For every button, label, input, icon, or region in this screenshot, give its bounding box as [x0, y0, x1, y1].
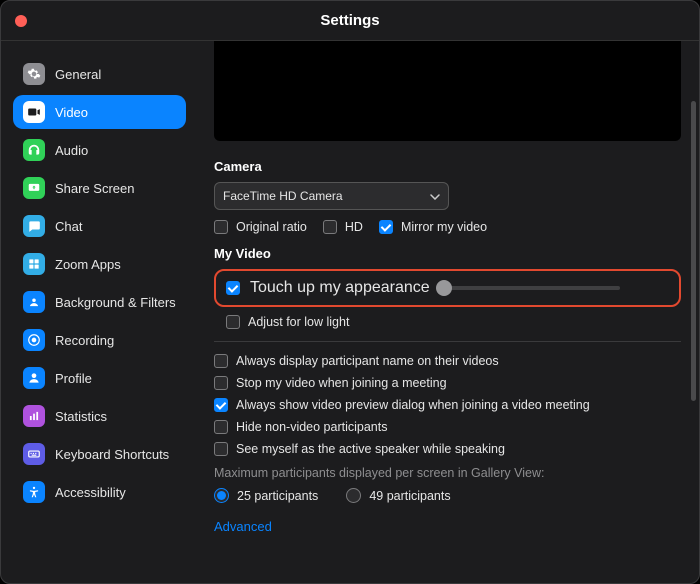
display-name-label: Always display participant name on their…: [236, 354, 499, 368]
apps-icon: [23, 253, 45, 275]
headphones-icon: [23, 139, 45, 161]
settings-content: Camera FaceTime HD Camera Original ratio…: [196, 41, 699, 583]
statistics-icon: [23, 405, 45, 427]
settings-window: Settings General Video Audio Share Screen Ch…: [0, 0, 700, 584]
sidebar-item-label: Profile: [55, 371, 92, 386]
hd-checkbox[interactable]: [323, 220, 337, 234]
my-video-section-label: My Video: [214, 246, 681, 261]
gallery-caption: Maximum participants displayed per scree…: [214, 466, 681, 480]
sidebar-item-label: Accessibility: [55, 485, 126, 500]
camera-select-value: FaceTime HD Camera: [223, 189, 343, 203]
sidebar-item-audio[interactable]: Audio: [13, 133, 186, 167]
background-icon: [23, 291, 45, 313]
sidebar-item-zoom-apps[interactable]: Zoom Apps: [13, 247, 186, 281]
display-name-option[interactable]: Always display participant name on their…: [214, 354, 681, 368]
gear-icon: [23, 63, 45, 85]
preview-dialog-option[interactable]: Always show video preview dialog when jo…: [214, 398, 681, 412]
touch-up-checkbox[interactable]: [226, 281, 240, 295]
display-name-checkbox[interactable]: [214, 354, 228, 368]
original-ratio-label: Original ratio: [236, 220, 307, 234]
sidebar-item-label: Keyboard Shortcuts: [55, 447, 169, 462]
hide-nonvideo-option[interactable]: Hide non-video participants: [214, 420, 681, 434]
video-icon: [23, 101, 45, 123]
sidebar-item-recording[interactable]: Recording: [13, 323, 186, 357]
gallery-25-label: 25 participants: [237, 489, 318, 503]
sidebar-item-label: Background & Filters: [55, 295, 176, 310]
sidebar-item-label: Recording: [55, 333, 114, 348]
low-light-checkbox[interactable]: [226, 315, 240, 329]
chevron-down-icon: [430, 189, 440, 203]
gallery-25-option[interactable]: 25 participants: [214, 488, 318, 503]
chat-icon: [23, 215, 45, 237]
touch-up-slider[interactable]: [440, 286, 620, 290]
preview-dialog-label: Always show video preview dialog when jo…: [236, 398, 590, 412]
camera-select[interactable]: FaceTime HD Camera: [214, 182, 449, 210]
original-ratio-option[interactable]: Original ratio: [214, 220, 307, 234]
sidebar-item-label: Share Screen: [55, 181, 135, 196]
mirror-video-label: Mirror my video: [401, 220, 487, 234]
accessibility-icon: [23, 481, 45, 503]
sidebar-item-share-screen[interactable]: Share Screen: [13, 171, 186, 205]
see-self-active-label: See myself as the active speaker while s…: [236, 442, 505, 456]
stop-on-join-label: Stop my video when joining a meeting: [236, 376, 447, 390]
touch-up-label: Touch up my appearance: [250, 279, 430, 297]
see-self-active-checkbox[interactable]: [214, 442, 228, 456]
low-light-option[interactable]: Adjust for low light: [226, 315, 681, 329]
preview-dialog-checkbox[interactable]: [214, 398, 228, 412]
gallery-49-radio[interactable]: [346, 488, 361, 503]
mirror-video-checkbox[interactable]: [379, 220, 393, 234]
sidebar-item-label: Audio: [55, 143, 88, 158]
touch-up-slider-thumb[interactable]: [436, 280, 452, 296]
gallery-49-label: 49 participants: [369, 489, 450, 503]
sidebar-item-label: General: [55, 67, 101, 82]
advanced-link[interactable]: Advanced: [214, 519, 272, 534]
sidebar-item-label: Zoom Apps: [55, 257, 121, 272]
stop-on-join-option[interactable]: Stop my video when joining a meeting: [214, 376, 681, 390]
sidebar-item-label: Statistics: [55, 409, 107, 424]
mirror-video-option[interactable]: Mirror my video: [379, 220, 487, 234]
sidebar-item-label: Video: [55, 105, 88, 120]
divider: [214, 341, 681, 342]
sidebar-item-statistics[interactable]: Statistics: [13, 399, 186, 433]
keyboard-icon: [23, 443, 45, 465]
touch-up-highlight: Touch up my appearance: [214, 269, 681, 307]
hide-nonvideo-label: Hide non-video participants: [236, 420, 387, 434]
stop-on-join-checkbox[interactable]: [214, 376, 228, 390]
see-self-active-option[interactable]: See myself as the active speaker while s…: [214, 442, 681, 456]
titlebar: Settings: [1, 1, 699, 41]
close-icon[interactable]: [15, 15, 27, 27]
sidebar-item-video[interactable]: Video: [13, 95, 186, 129]
sidebar-item-background-filters[interactable]: Background & Filters: [13, 285, 186, 319]
profile-icon: [23, 367, 45, 389]
sidebar: General Video Audio Share Screen Chat Zoom Ap…: [1, 41, 196, 583]
original-ratio-checkbox[interactable]: [214, 220, 228, 234]
sidebar-item-accessibility[interactable]: Accessibility: [13, 475, 186, 509]
gallery-49-option[interactable]: 49 participants: [346, 488, 450, 503]
sidebar-item-keyboard-shortcuts[interactable]: Keyboard Shortcuts: [13, 437, 186, 471]
scrollbar-thumb[interactable]: [691, 101, 696, 401]
recording-icon: [23, 329, 45, 351]
sidebar-item-profile[interactable]: Profile: [13, 361, 186, 395]
sidebar-item-general[interactable]: General: [13, 57, 186, 91]
low-light-label: Adjust for low light: [248, 315, 349, 329]
hide-nonvideo-checkbox[interactable]: [214, 420, 228, 434]
video-preview: [214, 41, 681, 141]
hd-label: HD: [345, 220, 363, 234]
share-screen-icon: [23, 177, 45, 199]
window-title: Settings: [320, 12, 379, 29]
camera-section-label: Camera: [214, 159, 681, 174]
gallery-25-radio[interactable]: [214, 488, 229, 503]
sidebar-item-chat[interactable]: Chat: [13, 209, 186, 243]
hd-option[interactable]: HD: [323, 220, 363, 234]
sidebar-item-label: Chat: [55, 219, 82, 234]
